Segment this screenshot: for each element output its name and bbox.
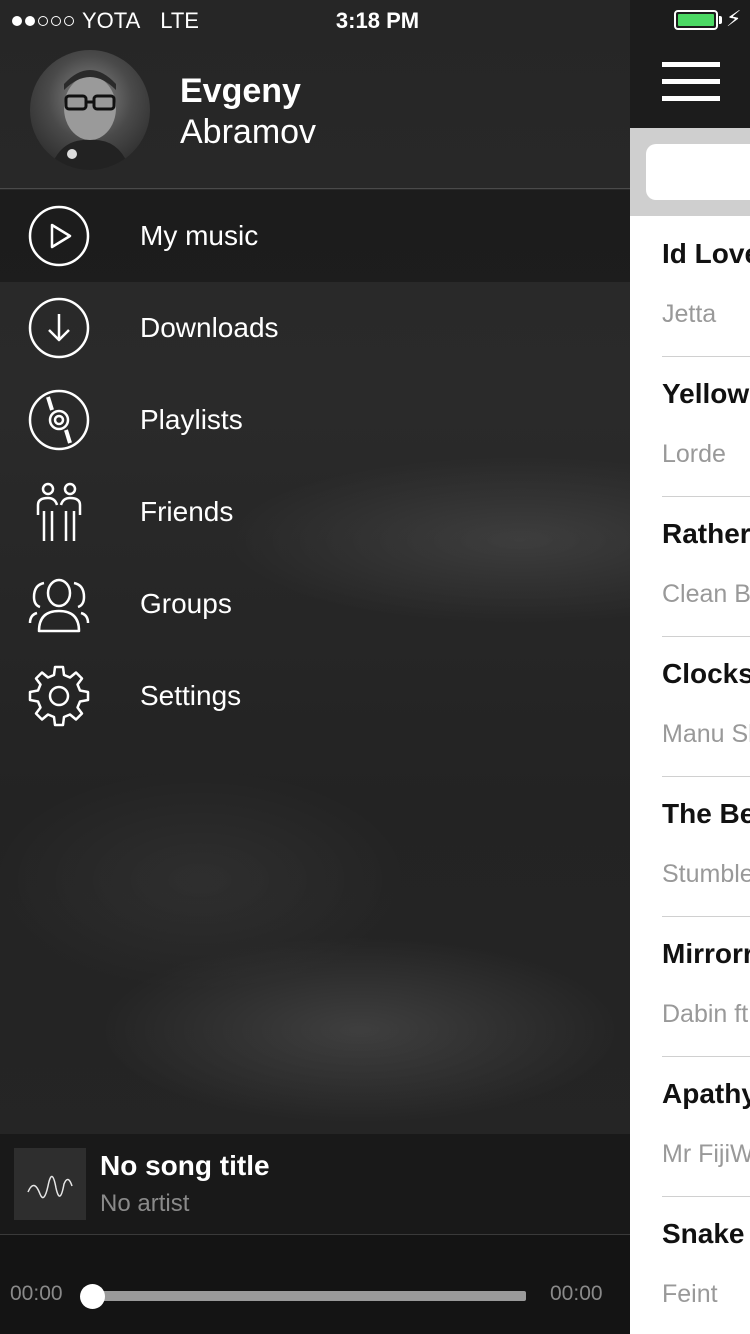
song-row[interactable]: Snake Feint	[662, 1196, 750, 1334]
menu-item-label: My music	[140, 220, 259, 251]
mini-player: No song title No artist 00:00 00:00	[0, 1134, 630, 1334]
album-art	[14, 1148, 86, 1220]
song-artist: Feint	[662, 1280, 718, 1308]
menu-item-settings[interactable]: Settings	[0, 650, 630, 742]
now-playing-title: No song title	[100, 1150, 270, 1181]
waveform-icon	[27, 1175, 73, 1199]
song-row[interactable]: Clocks Manu Sl	[662, 636, 750, 777]
battery-icon	[674, 10, 718, 30]
now-playing-artist: No artist	[100, 1190, 190, 1217]
song-title: The Be	[662, 798, 750, 829]
song-row[interactable]: Yellow Lorde	[662, 356, 750, 497]
disc-icon	[28, 389, 90, 451]
side-drawer: Evgeny Abramov My music Downloads Playli…	[0, 0, 630, 1334]
song-title: Rather	[662, 518, 750, 549]
group-icon	[28, 573, 90, 635]
menu-item-label: Groups	[140, 588, 232, 619]
search-bar	[630, 128, 750, 216]
menu-item-label: Playlists	[140, 404, 243, 435]
search-input[interactable]	[646, 144, 750, 200]
song-row[interactable]: Mirrorr Dabin ft	[662, 916, 750, 1057]
menu-item-label: Friends	[140, 496, 234, 527]
friends-icon	[28, 481, 90, 543]
duration-time: 00:00	[550, 1282, 603, 1305]
avatar[interactable]	[30, 50, 150, 170]
menu-item-label: Settings	[140, 680, 242, 711]
song-title: Snake	[662, 1218, 745, 1249]
song-row[interactable]: Rather Clean B	[662, 496, 750, 637]
now-playing-bar[interactable]: No song title No artist	[0, 1134, 630, 1235]
profile-header[interactable]: Evgeny Abramov	[0, 40, 630, 189]
profile-first-name: Evgeny	[180, 72, 301, 110]
status-time: 3:18 PM	[335, 8, 420, 33]
progress-thumb[interactable]	[80, 1284, 105, 1309]
status-bar: YOTA LTE 3:18 PM ⚡	[0, 0, 750, 40]
menu-item-downloads[interactable]: Downloads	[0, 282, 630, 374]
song-title: Apathy	[662, 1078, 750, 1109]
song-row[interactable]: The Be Stumble	[662, 776, 750, 917]
menu-icon[interactable]	[662, 62, 720, 102]
drawer-menu: My music Downloads Playlists Friends Gro…	[0, 190, 630, 742]
menu-item-playlists[interactable]: Playlists	[0, 374, 630, 466]
play-circle-icon	[28, 205, 90, 267]
song-title: Id Love	[662, 238, 750, 269]
charging-icon: ⚡	[726, 6, 742, 31]
download-circle-icon	[28, 297, 90, 359]
song-artist: Clean B	[662, 580, 750, 608]
song-title: Yellow	[662, 378, 750, 409]
elapsed-time: 00:00	[10, 1282, 63, 1305]
song-artist: Stumble	[662, 860, 750, 888]
song-title: Mirrorr	[662, 938, 750, 969]
menu-item-my-music[interactable]: My music	[0, 190, 630, 282]
song-artist: Mr FijiW	[662, 1140, 750, 1168]
gear-icon	[28, 665, 90, 727]
song-artist: Lorde	[662, 440, 726, 468]
menu-item-friends[interactable]: Friends	[0, 466, 630, 558]
song-row[interactable]: Id Love Jetta	[662, 216, 750, 357]
song-title: Clocks	[662, 658, 750, 689]
song-artist: Manu Sl	[662, 720, 750, 748]
song-list-panel: Id Love Jetta Yellow Lorde Rather Clean …	[630, 0, 750, 1334]
song-row[interactable]: Apathy Mr FijiW	[662, 1056, 750, 1197]
song-artist: Jetta	[662, 300, 717, 328]
menu-item-groups[interactable]: Groups	[0, 558, 630, 650]
menu-item-label: Downloads	[140, 312, 279, 343]
song-artist: Dabin ft	[662, 1000, 749, 1028]
profile-last-name: Abramov	[180, 113, 317, 151]
progress-track[interactable]	[92, 1291, 526, 1301]
